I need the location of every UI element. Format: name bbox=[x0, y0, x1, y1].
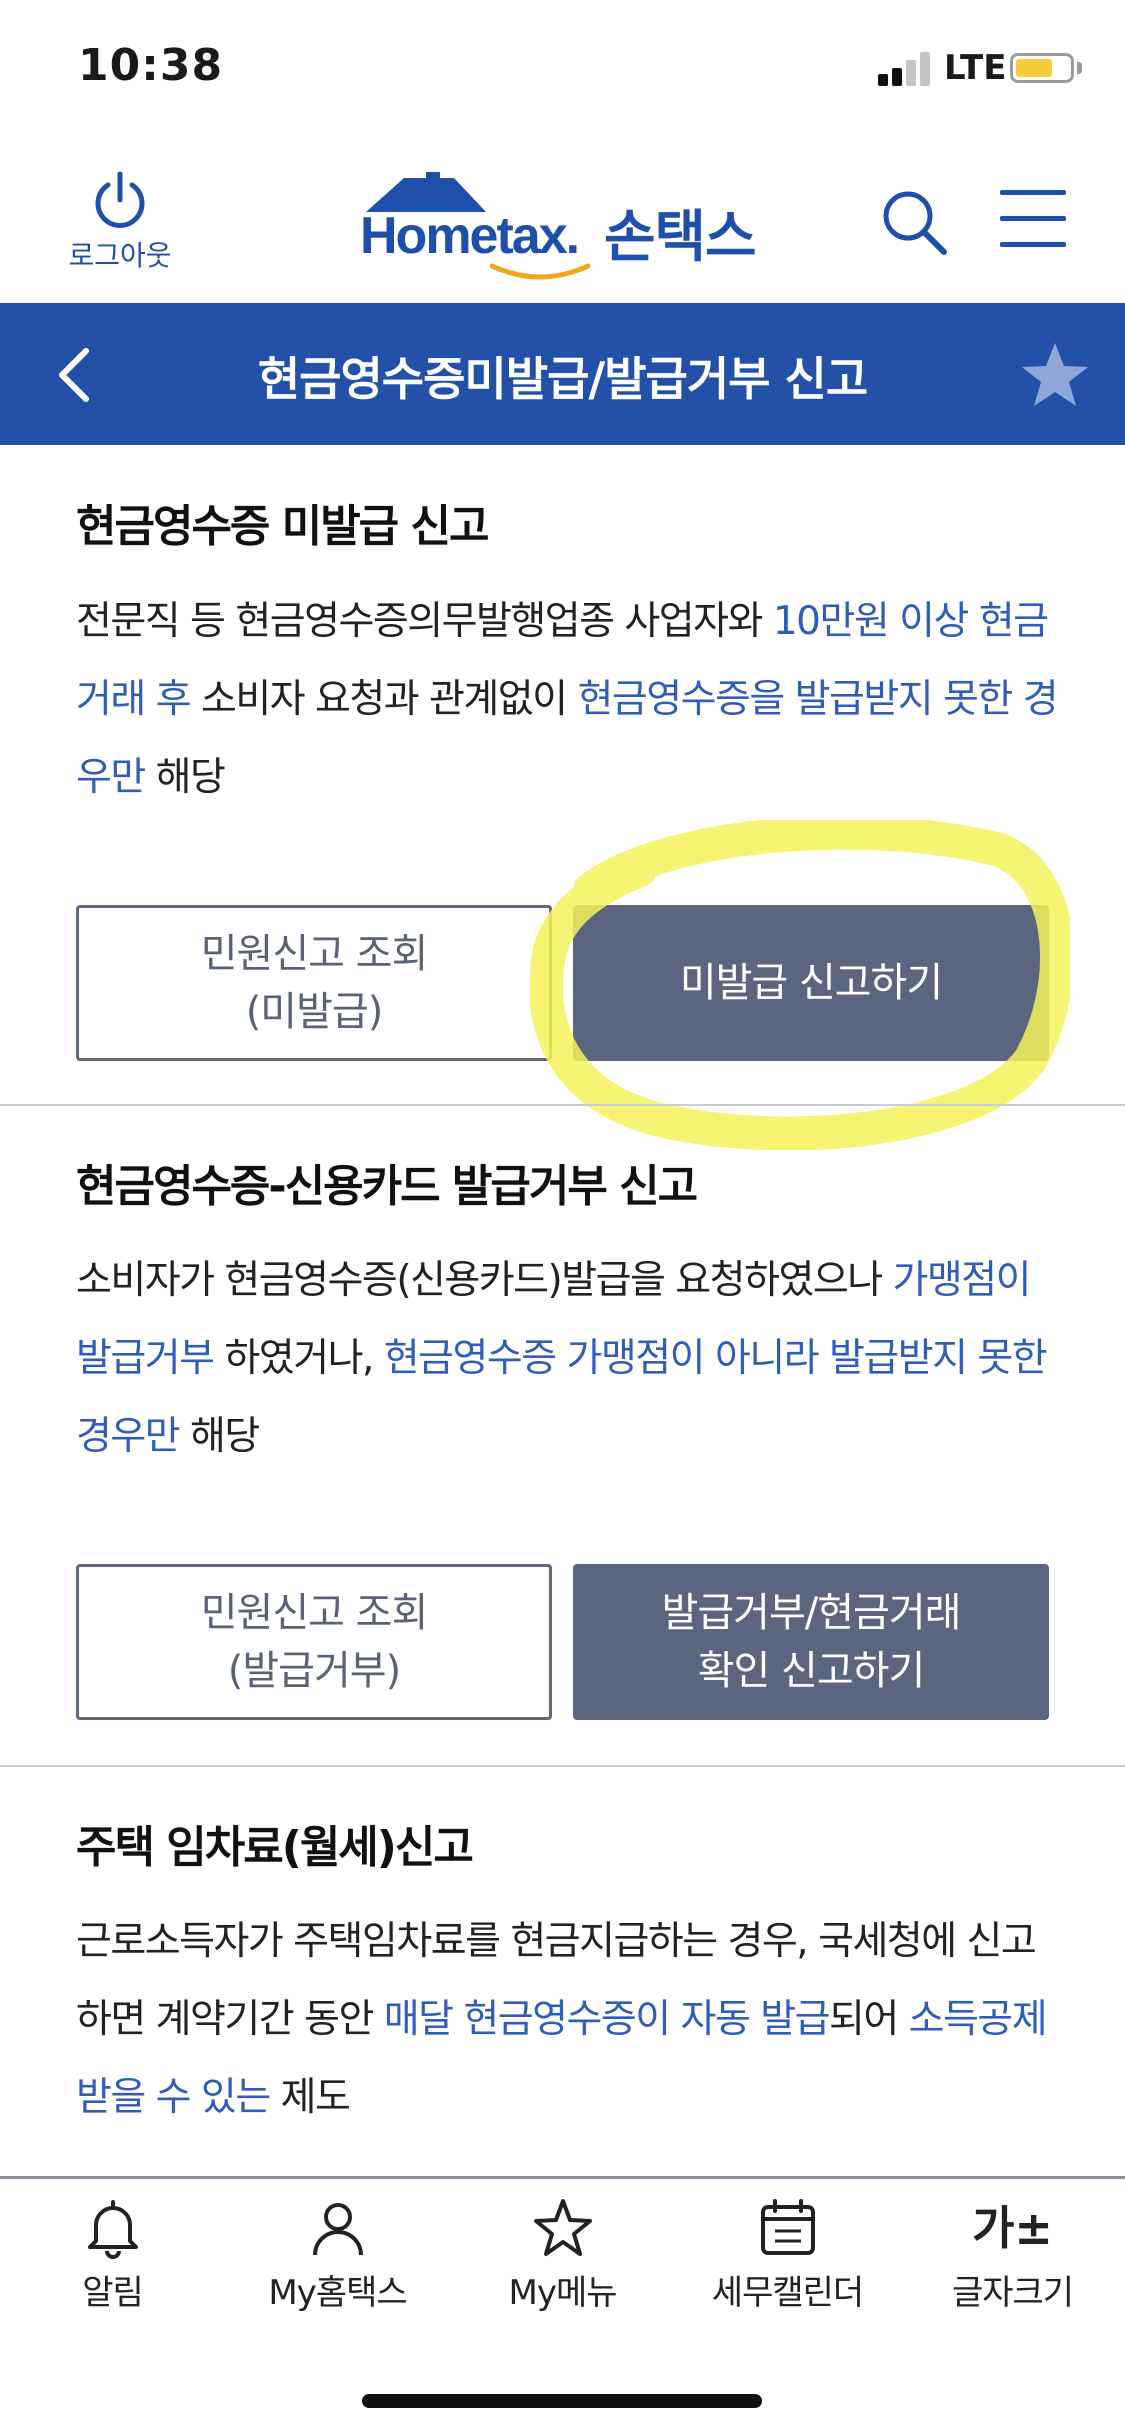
section-description: 근로소득자가 주택임차료를 현금지급하는 경우, 국세청에 신고하면 계약기간 … bbox=[76, 1903, 1066, 2137]
status-bar: 10:38 LTE bbox=[0, 0, 1125, 140]
app-header: 로그아웃 Hometax. 손택스 bbox=[0, 140, 1125, 303]
description-text: 제도 bbox=[269, 2075, 351, 2120]
nav-label: 세무캘린더 bbox=[711, 2273, 864, 2313]
section-title: 현금영수증 미발급 신고 bbox=[76, 501, 489, 552]
report-unissued-button[interactable]: 미발급 신고하기 bbox=[573, 905, 1049, 1061]
nav-label: 알림 bbox=[82, 2273, 144, 2313]
description-text: 소비자 요청과 관계없이 bbox=[190, 677, 578, 722]
complaint-inquiry-refusal-button[interactable]: 민원신고 조회 (발급거부) bbox=[76, 1564, 552, 1720]
font-size-icon: 가± bbox=[972, 2201, 1053, 2255]
network-type: LTE bbox=[944, 48, 1007, 88]
nav-item-my-menu[interactable]: My메뉴 bbox=[450, 2197, 675, 2314]
search-icon[interactable] bbox=[880, 188, 950, 258]
nav-label: My메뉴 bbox=[508, 2273, 617, 2313]
battery-tip bbox=[1077, 62, 1082, 74]
nav-label: 글자크기 bbox=[951, 2273, 1074, 2313]
bell-icon bbox=[87, 2200, 138, 2259]
power-icon bbox=[95, 171, 145, 228]
section-title: 주택 임차료(월세)신고 bbox=[76, 1822, 474, 1873]
calendar-icon bbox=[760, 2199, 815, 2255]
logo-text: Hometax. bbox=[360, 207, 580, 265]
section-refusal-report: 현금영수증-신용카드 발급거부 신고 소비자가 현금영수증(신용카드)발급을 요… bbox=[0, 1106, 1125, 1766]
logout-label: 로그아웃 bbox=[68, 239, 172, 272]
section-description: 소비자가 현금영수증(신용카드)발급을 요청하였으나 가맹점이 발급거부 하였거… bbox=[76, 1242, 1066, 1476]
description-text: 전문직 등 현금영수증의무발행업종 사업자와 bbox=[76, 599, 773, 644]
hometax-logo[interactable]: Hometax. 손택스 bbox=[360, 172, 780, 282]
description-text: 해당 bbox=[179, 1414, 260, 1459]
button-label: 미발급 신고하기 bbox=[679, 960, 943, 1006]
description-text: 되어 bbox=[829, 1997, 909, 2042]
button-label-line1: 민원신고 조회 bbox=[200, 931, 429, 977]
button-label-line1: 민원신고 조회 bbox=[200, 1590, 429, 1636]
button-label-line2: (미발급) bbox=[245, 989, 384, 1035]
battery-icon bbox=[1010, 53, 1074, 83]
logout-button[interactable]: 로그아웃 bbox=[55, 170, 185, 274]
hamburger-menu-icon[interactable] bbox=[1000, 188, 1070, 250]
highlighted-text: 매달 현금영수증이 자동 발급 bbox=[383, 1997, 831, 2042]
page-title-bar: 현금영수증미발급/발급거부 신고 bbox=[0, 303, 1125, 445]
complaint-inquiry-unissued-button[interactable]: 민원신고 조회 (미발급) bbox=[76, 905, 552, 1061]
logo-subtitle: 손택스 bbox=[604, 205, 757, 270]
home-indicator bbox=[362, 2394, 762, 2408]
signal-icon bbox=[878, 52, 934, 86]
button-label-line2: (발급거부) bbox=[227, 1648, 401, 1694]
nav-label: My홈택스 bbox=[268, 2273, 407, 2313]
description-text: 하였거나, bbox=[213, 1336, 384, 1381]
section-rent-report: 주택 임차료(월세)신고 근로소득자가 주택임차료를 현금지급하는 경우, 국세… bbox=[0, 1767, 1125, 2176]
nav-item-font-size[interactable]: 가± 글자크기 bbox=[900, 2197, 1125, 2314]
report-refusal-button[interactable]: 발급거부/현금거래 확인 신고하기 bbox=[573, 1564, 1049, 1720]
nav-item-tax-calendar[interactable]: 세무캘린더 bbox=[675, 2197, 900, 2314]
star-icon[interactable] bbox=[1020, 341, 1090, 409]
section-description: 전문직 등 현금영수증의무발행업종 사업자와 10만원 이상 현금거래 후 소비… bbox=[76, 583, 1066, 817]
nav-item-notifications[interactable]: 알림 bbox=[0, 2197, 225, 2314]
description-text: 소비자가 현금영수증(신용카드)발급을 요청하였으나 bbox=[76, 1258, 893, 1303]
section-title: 현금영수증-신용카드 발급거부 신고 bbox=[76, 1161, 698, 1212]
page-title: 현금영수증미발급/발급거부 신고 bbox=[257, 352, 868, 406]
star-outline-icon bbox=[533, 2199, 592, 2256]
person-icon bbox=[312, 2203, 363, 2256]
button-label-line1: 발급거부/현금거래 bbox=[661, 1590, 962, 1636]
button-label-line2: 확인 신고하기 bbox=[697, 1648, 926, 1694]
status-time: 10:38 bbox=[78, 40, 224, 91]
description-text: 해당 bbox=[144, 755, 226, 800]
logo-swoosh-icon bbox=[490, 263, 590, 280]
nav-item-my-hometax[interactable]: My홈택스 bbox=[225, 2197, 450, 2314]
section-unissued-report: 현금영수증 미발급 신고 전문직 등 현금영수증의무발행업종 사업자와 10만원… bbox=[0, 445, 1125, 1105]
